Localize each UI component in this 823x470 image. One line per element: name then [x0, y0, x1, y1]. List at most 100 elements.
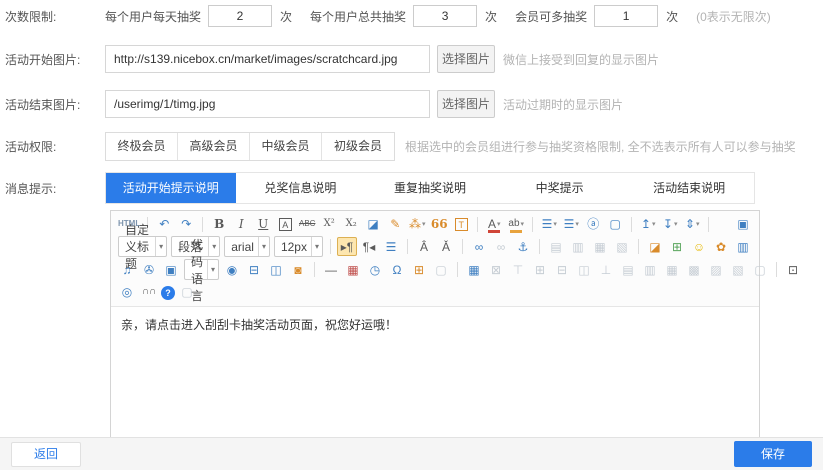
- limits-hint: (0表示无限次): [696, 8, 771, 25]
- member-level-senior[interactable]: 高级会员: [178, 133, 250, 160]
- start-image-label: 活动开始图片:: [5, 51, 105, 68]
- text-direction-icon[interactable]: ¶◂: [359, 237, 379, 256]
- to-lowercase-icon[interactable]: Ǎ: [436, 237, 456, 256]
- code-language-select[interactable]: 代码语言▾: [184, 259, 219, 280]
- split-cell-icon: ⊥: [596, 260, 616, 279]
- font-family-select[interactable]: arial ▾: [224, 236, 270, 257]
- daily-draw-input[interactable]: [208, 5, 272, 27]
- indent-first-line-icon[interactable]: ▸¶: [337, 237, 357, 256]
- table-bg-color-icon: ▨: [706, 260, 726, 279]
- member-extra-draw-input[interactable]: [594, 5, 658, 27]
- print-icon[interactable]: ⊡: [783, 260, 803, 279]
- total-draw-input[interactable]: [413, 5, 477, 27]
- daily-draw-suffix: 次: [280, 8, 292, 25]
- subscript-icon[interactable]: X₂: [341, 215, 361, 234]
- tab-activity-end[interactable]: 活动结束说明: [624, 173, 754, 203]
- table-align-right-icon: ▦: [662, 260, 682, 279]
- toolbar-separator: [532, 217, 533, 232]
- tab-win-tip[interactable]: 中奖提示: [495, 173, 625, 203]
- insert-frame-icon[interactable]: ◫: [266, 260, 286, 279]
- end-image-row: 活动结束图片: 选择图片 活动过期时的显示图片: [5, 90, 823, 118]
- italic-icon[interactable]: I: [231, 215, 251, 234]
- start-image-input[interactable]: [105, 45, 430, 73]
- redo-icon[interactable]: ↷: [176, 215, 196, 234]
- permission-label: 活动权限:: [5, 138, 105, 155]
- insert-image-icon[interactable]: ◪: [645, 237, 665, 256]
- end-image-pick-button[interactable]: 选择图片: [437, 90, 495, 118]
- insert-table-icon[interactable]: ▦: [464, 260, 484, 279]
- member-level-middle[interactable]: 中级会员: [250, 133, 322, 160]
- doc-new-icon: ▢: [750, 260, 770, 279]
- remove-format-icon[interactable]: ◪: [363, 215, 383, 234]
- undo-icon[interactable]: ↶: [154, 215, 174, 234]
- tab-redeem-info[interactable]: 兑奖信息说明: [236, 173, 366, 203]
- fullscreen-preview-icon[interactable]: ▣: [733, 215, 753, 234]
- end-image-label: 活动结束图片:: [5, 96, 105, 113]
- tab-repeat-draw[interactable]: 重复抽奖说明: [365, 173, 495, 203]
- format-brush-icon[interactable]: ✎: [385, 215, 405, 234]
- font-size-select[interactable]: 12px▾: [274, 236, 323, 257]
- toolbar-separator: [708, 217, 709, 232]
- char-border-icon[interactable]: A: [275, 215, 295, 234]
- underline-icon[interactable]: U: [253, 215, 273, 234]
- screenshot-icon[interactable]: ◙: [288, 260, 308, 279]
- unordered-list-icon[interactable]: ☰▾: [561, 215, 581, 234]
- clear-doc-icon[interactable]: ▢: [605, 215, 625, 234]
- ordered-list-icon[interactable]: ☰▾: [539, 215, 559, 234]
- toolbar-separator: [539, 239, 540, 254]
- insert-snippet-icon[interactable]: ▣: [161, 260, 181, 279]
- scrawl-icon[interactable]: ✿: [711, 237, 731, 256]
- paint-icon[interactable]: ⁂▾: [407, 215, 427, 234]
- font-family-value: arial: [231, 240, 254, 254]
- blockquote-icon[interactable]: 66: [429, 215, 449, 234]
- indent-icon[interactable]: ☰: [381, 237, 401, 256]
- special-chars-icon[interactable]: Ω: [387, 260, 407, 279]
- insert-time-icon[interactable]: ◷: [365, 260, 385, 279]
- auto-typeset-icon[interactable]: ⓐ: [583, 215, 603, 234]
- member-level-ultimate[interactable]: 终极会员: [106, 133, 178, 160]
- horizontal-rule-icon[interactable]: —: [321, 260, 341, 279]
- paragraph-spacing-top-icon[interactable]: ↥▾: [638, 215, 658, 234]
- image-align-center-icon: ▦: [590, 237, 610, 256]
- save-button[interactable]: 保存: [734, 441, 812, 467]
- font-color-icon[interactable]: A▾: [484, 215, 504, 234]
- start-image-pick-button[interactable]: 选择图片: [437, 45, 495, 73]
- editor-toolbar: HTML↶↷BIUAABCX²X₂◪✎⁂▾66TA▾ab▾☰▾☰▾ⓐ▢↥▾↧▾⇕…: [111, 211, 759, 307]
- superscript-icon[interactable]: X²: [319, 215, 339, 234]
- insert-row-icon: ⊟: [552, 260, 572, 279]
- highlight-icon[interactable]: ab▾: [506, 215, 526, 234]
- back-button[interactable]: 返回: [11, 442, 81, 467]
- help-icon[interactable]: ?: [161, 286, 175, 300]
- image-align-none-icon: ▤: [546, 237, 566, 256]
- to-uppercase-icon[interactable]: Â: [414, 237, 434, 256]
- emoticon-icon[interactable]: ☺: [689, 237, 709, 256]
- custom-title-select[interactable]: 自定义标题▾: [118, 236, 167, 257]
- chevron-down-icon: ▾: [258, 237, 266, 256]
- bold-icon[interactable]: B: [209, 215, 229, 234]
- end-image-input[interactable]: [105, 90, 430, 118]
- link-icon[interactable]: ∞: [469, 237, 489, 256]
- tab-activity-start-tip[interactable]: 活动开始提示说明: [106, 173, 236, 203]
- insert-map-icon[interactable]: ◉: [222, 260, 242, 279]
- multi-image-upload-icon[interactable]: ⊞: [667, 237, 687, 256]
- insert-template-icon[interactable]: ⊞: [409, 260, 429, 279]
- preview-icon[interactable]: ◎: [117, 283, 137, 302]
- find-replace-icon[interactable]: ∩∩: [139, 283, 159, 302]
- page-break-icon[interactable]: ⊟: [244, 260, 264, 279]
- insert-iframe-icon: ▢: [431, 260, 451, 279]
- anchor-icon[interactable]: ⚓: [513, 237, 533, 256]
- html-source-icon[interactable]: HTML: [117, 215, 141, 234]
- insert-music-icon[interactable]: ♫: [117, 260, 137, 279]
- strikethrough-icon[interactable]: ABC: [297, 215, 317, 234]
- table-align-center-icon: ▥: [640, 260, 660, 279]
- line-height-icon[interactable]: ⇕▾: [682, 215, 702, 234]
- end-image-hint: 活动过期时的显示图片: [503, 96, 623, 113]
- paragraph-spacing-bottom-icon[interactable]: ↧▾: [660, 215, 680, 234]
- start-image-row: 活动开始图片: 选择图片 微信上接受到回复的显示图片: [5, 45, 823, 73]
- member-level-junior[interactable]: 初级会员: [322, 133, 394, 160]
- paste-text-icon[interactable]: T: [451, 215, 471, 234]
- insert-video-icon[interactable]: ▥: [733, 237, 753, 256]
- message-tabs: 活动开始提示说明 兑奖信息说明 重复抽奖说明 中奖提示 活动结束说明: [105, 172, 755, 204]
- insert-date-icon[interactable]: ▦: [343, 260, 363, 279]
- attachment-icon[interactable]: ✇: [139, 260, 159, 279]
